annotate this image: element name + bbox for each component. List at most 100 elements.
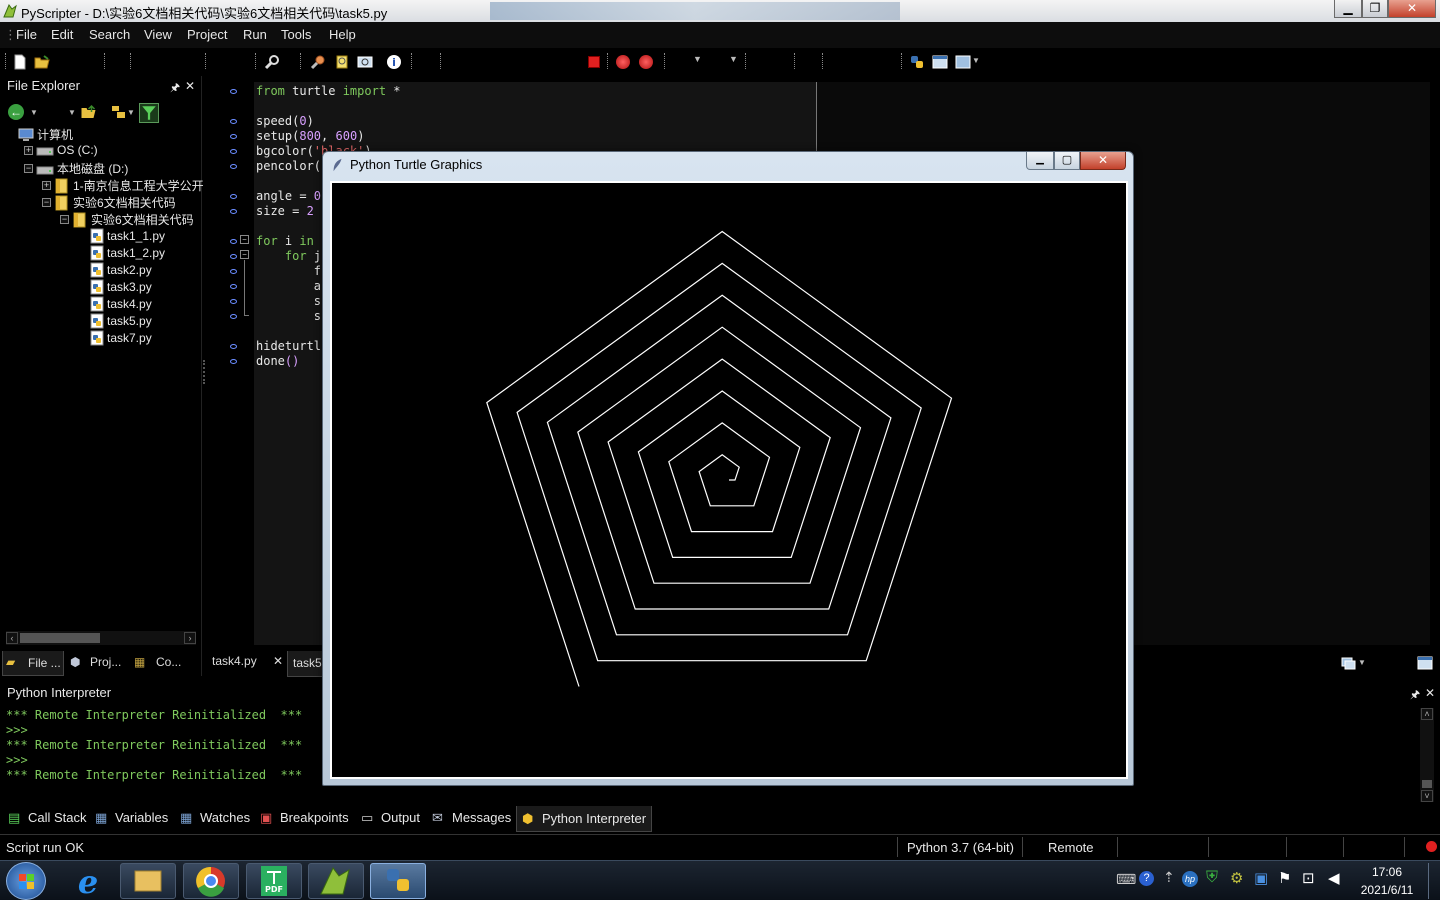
menu-help[interactable]: Help — [329, 27, 356, 42]
engine-type[interactable]: Remote — [1048, 840, 1094, 855]
up-folder-icon[interactable] — [80, 104, 97, 120]
open-folder-icon[interactable] — [34, 54, 50, 70]
chevron-down-icon[interactable]: ▼ — [30, 108, 38, 117]
chevron-down-icon[interactable]: ▼ — [1358, 658, 1366, 667]
tab-breakpoints[interactable]: Breakpoints — [280, 810, 349, 825]
menu-search[interactable]: Search — [89, 27, 130, 42]
goto-line-icon[interactable] — [357, 54, 373, 70]
editor-vscrollbar[interactable] — [1430, 82, 1440, 645]
tree-item[interactable]: − 实验6文档相关代码 — [60, 211, 194, 228]
find-in-files-icon[interactable] — [310, 54, 326, 70]
network-icon[interactable]: ⊡ — [1302, 869, 1315, 887]
clear-breakpoints-icon[interactable] — [639, 55, 653, 69]
scroll-thumb[interactable] — [20, 633, 100, 643]
tab-python-interpreter[interactable]: ⬢ Python Interpreter — [516, 806, 652, 832]
scroll-thumb[interactable] — [1422, 780, 1432, 788]
line-marker-icon[interactable] — [230, 254, 237, 259]
file-explorer-hscrollbar[interactable]: ‹ › — [6, 631, 196, 645]
chevron-down-icon[interactable]: ▼ — [729, 54, 738, 64]
tab-file-explorer[interactable]: ▰ File ... — [2, 651, 64, 676]
turtle-close-button[interactable]: ✕ — [1080, 152, 1126, 170]
interpreter-vscrollbar[interactable]: ˄ ˅ — [1420, 708, 1434, 802]
code-line[interactable]: s — [256, 309, 321, 323]
scroll-down-icon[interactable]: ˅ — [1421, 790, 1433, 802]
tree-item[interactable]: task7.py — [90, 330, 152, 346]
info-icon[interactable]: i — [386, 54, 402, 70]
replace-icon[interactable] — [334, 54, 350, 70]
tree-item[interactable]: task1_2.py — [90, 245, 165, 261]
code-line[interactable]: speed(0) — [256, 114, 314, 128]
tree-item[interactable]: + OS (C:) — [24, 143, 98, 157]
expand-icon[interactable]: + — [42, 181, 51, 190]
python-engine-icon[interactable] — [909, 54, 925, 70]
tree-item[interactable]: task5.py — [90, 313, 152, 329]
minimize-button[interactable]: ▁ — [1334, 0, 1362, 18]
tree-item[interactable]: 计算机 — [18, 126, 73, 143]
tab-task5[interactable]: task5 — [287, 651, 327, 677]
collapse-icon[interactable]: − — [60, 215, 69, 224]
menu-run[interactable]: Run — [243, 27, 267, 42]
fold-toggle-icon[interactable]: − — [240, 250, 249, 259]
line-marker-icon[interactable] — [230, 344, 237, 349]
pin-icon[interactable]: 🖈 — [1410, 686, 1420, 705]
show-desktop-button[interactable] — [1428, 863, 1438, 899]
keyboard-icon[interactable]: ⌨ — [1116, 871, 1136, 888]
back-arrow-icon[interactable]: ← — [8, 104, 24, 120]
code-line[interactable]: s — [256, 294, 321, 308]
code-line[interactable]: f — [256, 264, 321, 278]
network-tools-icon[interactable]: ⚙ — [1230, 869, 1243, 887]
toggle-breakpoint-icon[interactable] — [616, 55, 630, 69]
code-line[interactable]: angle = 0 — [256, 189, 321, 203]
chevron-down-icon[interactable]: ▼ — [68, 108, 76, 117]
pdf-reader-icon[interactable]: PDF — [246, 863, 302, 899]
show-hidden-icons-icon[interactable]: ⇡ — [1163, 869, 1175, 886]
hp-icon[interactable]: hp — [1182, 871, 1198, 887]
find-icon[interactable] — [264, 54, 280, 70]
turtle-minimize-button[interactable]: ▁ — [1026, 152, 1054, 170]
line-marker-icon[interactable] — [230, 359, 237, 364]
flag-icon[interactable]: ⚑ — [1278, 869, 1291, 887]
chevron-down-icon[interactable]: ▼ — [972, 56, 980, 65]
close-panel-icon[interactable]: ✕ — [185, 79, 195, 93]
chevron-down-icon[interactable]: ▼ — [693, 54, 702, 64]
menu-view[interactable]: View — [144, 27, 172, 42]
maximize-editor-icon[interactable] — [1417, 655, 1433, 671]
panel-splitter[interactable] — [203, 360, 205, 384]
tree-item[interactable]: task4.py — [90, 296, 152, 312]
menu-project[interactable]: Project — [187, 27, 227, 42]
python-version[interactable]: Python 3.7 (64-bit) — [907, 840, 1014, 855]
tab-call-stack[interactable]: Call Stack — [28, 810, 87, 825]
collapse-icon[interactable]: − — [42, 198, 51, 207]
tree-item[interactable]: task1_1.py — [90, 228, 165, 244]
close-panel-icon[interactable]: ✕ — [1425, 686, 1435, 700]
new-file-icon[interactable] — [12, 54, 28, 70]
help-icon[interactable]: ? — [1139, 871, 1154, 886]
line-marker-icon[interactable] — [230, 299, 237, 304]
tab-messages[interactable]: Messages — [452, 810, 511, 825]
layout-icon[interactable] — [932, 54, 948, 70]
shield-icon[interactable]: ⛨ — [1206, 869, 1218, 887]
line-marker-icon[interactable] — [230, 149, 237, 154]
code-line[interactable]: a — [256, 279, 321, 293]
tab-output[interactable]: Output — [381, 810, 420, 825]
code-line[interactable]: for j — [256, 249, 321, 263]
code-line[interactable]: pencolor( — [256, 159, 321, 173]
turtle-canvas[interactable] — [330, 181, 1128, 779]
pin-icon[interactable]: 🖈 — [170, 79, 180, 98]
close-tab-icon[interactable]: ✕ — [273, 654, 283, 668]
turtle-graphics-window[interactable]: Python Turtle Graphics ▁ ▢ ✕ — [322, 151, 1134, 786]
line-marker-icon[interactable] — [230, 284, 237, 289]
start-orb-icon[interactable] — [6, 862, 46, 900]
tab-watches[interactable]: Watches — [200, 810, 250, 825]
scroll-left-icon[interactable]: ‹ — [6, 632, 18, 644]
line-marker-icon[interactable] — [230, 314, 237, 319]
view-options-icon[interactable] — [111, 104, 127, 120]
internet-explorer-icon[interactable]: e — [70, 863, 110, 900]
fold-toggle-icon[interactable]: − — [240, 235, 249, 244]
collapse-icon[interactable]: − — [24, 164, 33, 173]
line-marker-icon[interactable] — [230, 209, 237, 214]
tree-item[interactable]: − 本地磁盘 (D:) — [24, 160, 128, 177]
expand-icon[interactable]: + — [24, 145, 33, 155]
clock-date[interactable]: 2021/6/11 — [1347, 883, 1427, 897]
volume-icon[interactable]: ◀ — [1328, 869, 1340, 887]
